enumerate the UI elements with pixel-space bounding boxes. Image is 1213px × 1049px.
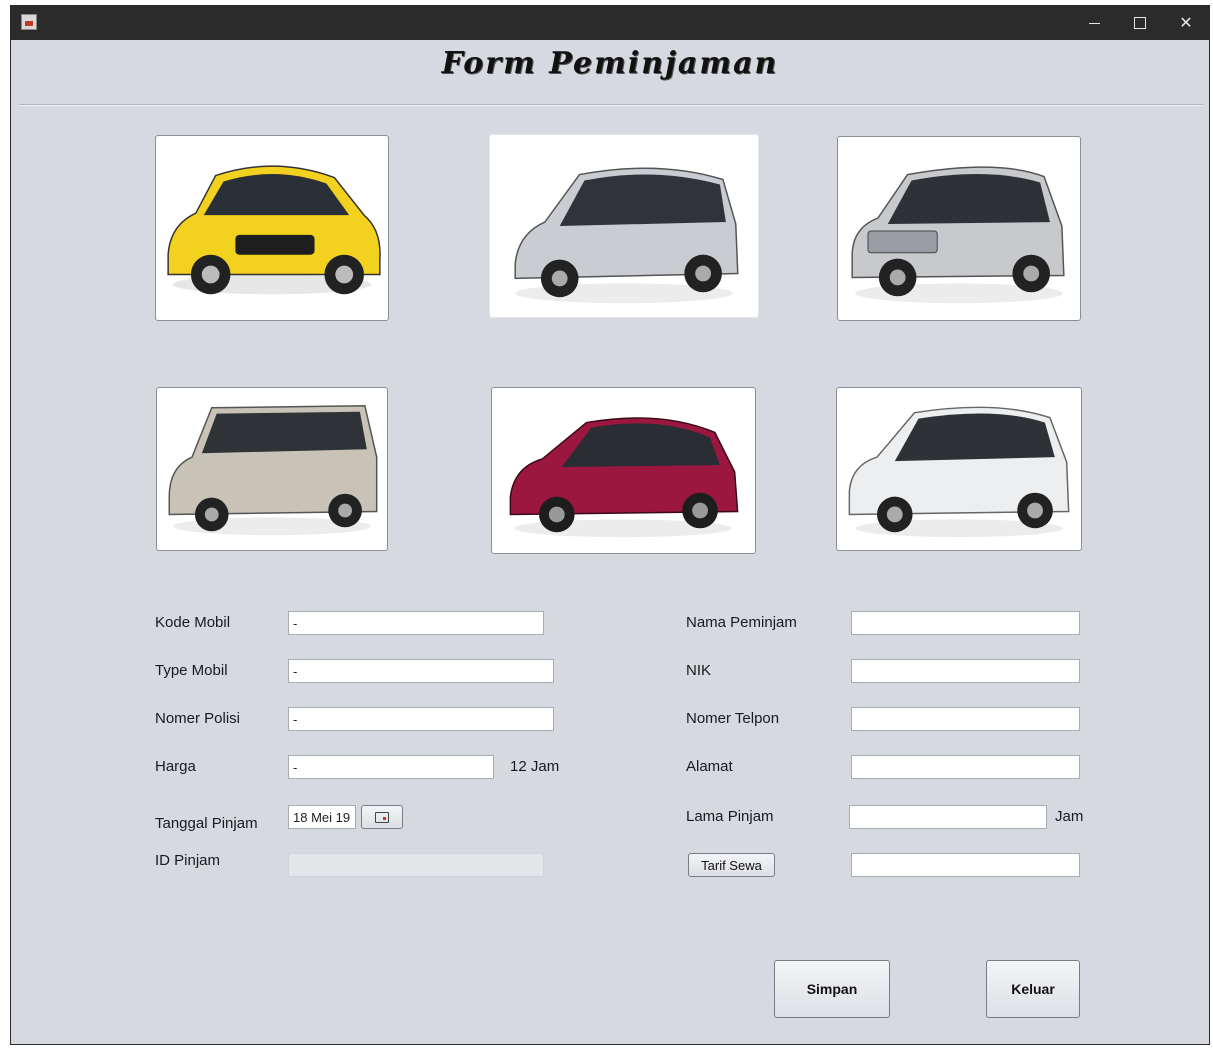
nama-peminjam-input[interactable] [851,611,1080,635]
nomer-polisi-label: Nomer Polisi [155,710,241,727]
car-image-4 [168,405,378,536]
app-window: ✕ Form Peminjaman Kode Mobil - Type Mobi… [10,5,1210,1045]
id-pinjam-label: ID Pinjam [155,852,221,869]
tanggal-pinjam-input[interactable] [288,805,356,829]
minimize-button[interactable] [1071,6,1117,40]
car-card-2[interactable] [489,134,759,318]
car-card-5[interactable] [491,387,756,554]
maximize-button[interactable] [1117,6,1163,40]
nomer-polisi-input[interactable] [288,707,554,731]
car-image-3 [851,166,1065,304]
tarif-sewa-input[interactable] [851,853,1080,877]
type-mobil-input[interactable] [288,659,554,683]
nomer-telpon-input[interactable] [851,707,1080,731]
nomer-telpon-label: Nomer Telpon [686,710,780,727]
kode-mobil-label: Kode Mobil [155,614,231,631]
lama-pinjam-label: Lama Pinjam [686,808,774,825]
close-icon: ✕ [1179,15,1193,32]
car-image-5 [509,417,739,538]
tanggal-pinjam-label: Tanggal Pinjam [155,815,258,832]
harga-input[interactable] [288,755,494,779]
car-card-6[interactable] [836,387,1082,551]
lama-pinjam-suffix: Jam [1055,808,1084,825]
lama-pinjam-input[interactable] [849,805,1047,829]
type-mobil-label: Type Mobil [155,662,228,679]
title-bar[interactable]: ✕ [11,6,1209,40]
page-title: Form Peminjaman [441,46,779,81]
java-app-icon [21,14,37,30]
id-pinjam-input [288,853,544,877]
harga-label: Harga [155,758,196,775]
date-picker-button[interactable] [361,805,403,829]
alamat-label: Alamat [686,758,733,775]
tarif-sewa-button[interactable]: Tarif Sewa [688,853,775,877]
alamat-input[interactable] [851,755,1080,779]
keluar-button[interactable]: Keluar [986,960,1080,1018]
close-button[interactable]: ✕ [1163,6,1209,40]
minimize-icon [1088,22,1100,24]
calendar-icon [375,811,389,823]
harga-suffix: 12 Jam [510,758,560,775]
simpan-button[interactable]: Simpan [774,960,890,1018]
car-card-4[interactable] [156,387,388,551]
nama-peminjam-label: Nama Peminjam [686,614,797,631]
car-image-2 [514,167,739,304]
divider [19,104,1203,106]
car-image-6 [848,406,1070,538]
nik-input[interactable] [851,659,1080,683]
car-card-1[interactable] [155,135,389,321]
nik-label: NIK [686,662,712,679]
car-image-1 [167,165,381,295]
maximize-icon [1134,17,1146,29]
kode-mobil-input[interactable] [288,611,544,635]
car-card-3[interactable] [837,136,1081,321]
